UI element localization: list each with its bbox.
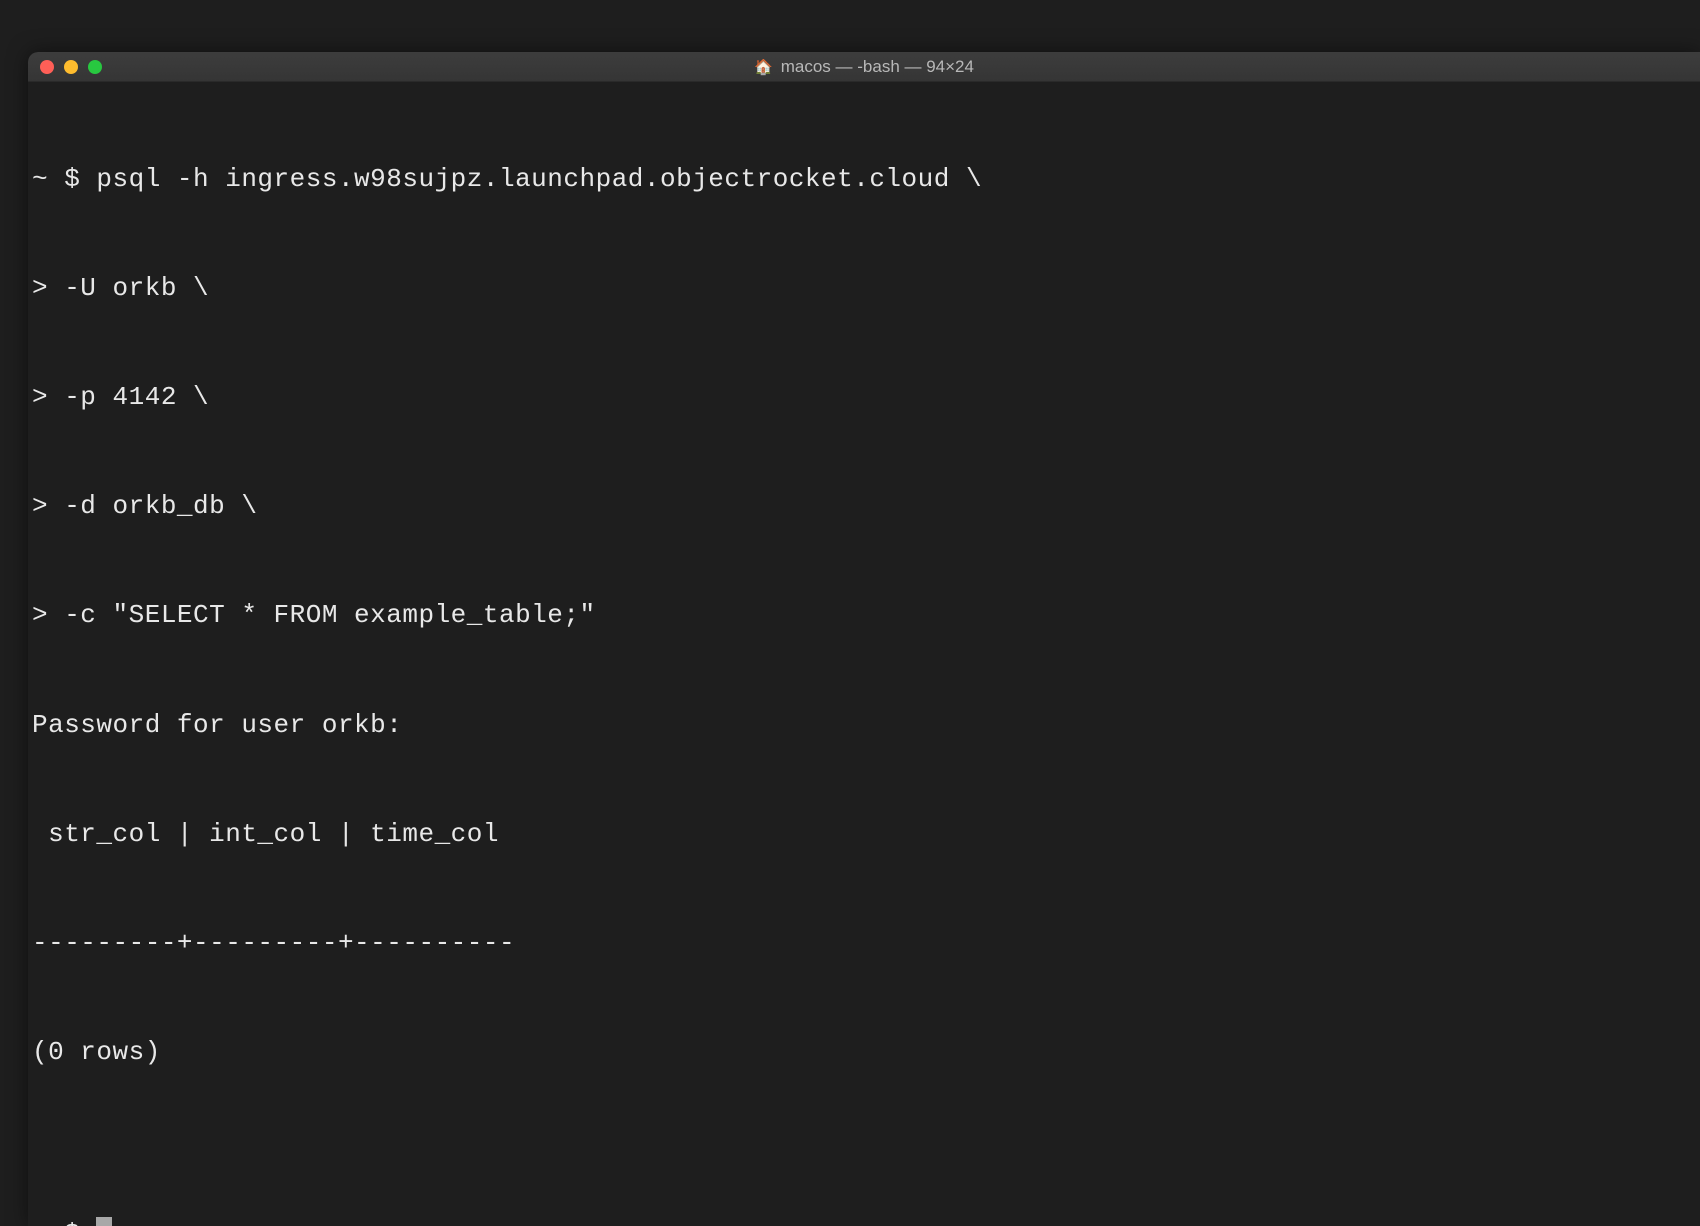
terminal-cursor — [96, 1217, 112, 1226]
minimize-button[interactable] — [64, 60, 78, 74]
terminal-line: Password for user orkb: — [32, 707, 1696, 743]
terminal-line: > -U orkb \ — [32, 270, 1696, 306]
terminal-line: (0 rows) — [32, 1034, 1696, 1070]
close-button[interactable] — [40, 60, 54, 74]
window-title: 🏠 macos — -bash — 94×24 — [754, 57, 974, 77]
terminal-line: > -d orkb_db \ — [32, 488, 1696, 524]
window-title-text: macos — -bash — 94×24 — [781, 57, 974, 77]
terminal-line: ---------+---------+---------- — [32, 925, 1696, 961]
traffic-lights — [40, 60, 102, 74]
terminal-line: > -p 4142 \ — [32, 379, 1696, 415]
home-icon: 🏠 — [754, 58, 773, 76]
terminal-line: str_col | int_col | time_col — [32, 816, 1696, 852]
terminal-body[interactable]: ~ $ psql -h ingress.w98sujpz.launchpad.o… — [28, 82, 1700, 1226]
terminal-line: > -c "SELECT * FROM example_table;" — [32, 597, 1696, 633]
maximize-button[interactable] — [88, 60, 102, 74]
terminal-prompt-line: ~ $ — [32, 1216, 1696, 1226]
terminal-window: 🏠 macos — -bash — 94×24 ~ $ psql -h ingr… — [28, 52, 1700, 1226]
title-bar[interactable]: 🏠 macos — -bash — 94×24 — [28, 52, 1700, 82]
terminal-prompt: ~ $ — [32, 1219, 96, 1226]
terminal-line: ~ $ psql -h ingress.w98sujpz.launchpad.o… — [32, 161, 1696, 197]
